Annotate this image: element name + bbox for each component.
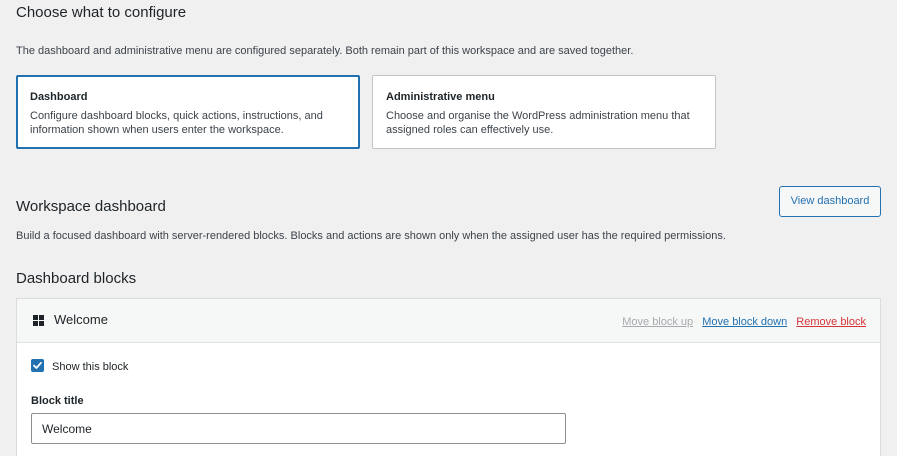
remove-block-link[interactable]: Remove block xyxy=(796,316,866,328)
show-block-label: Show this block xyxy=(52,361,129,373)
option-description: Choose and organise the WordPress admini… xyxy=(386,110,690,136)
configure-heading: Choose what to configure xyxy=(16,4,187,21)
page: Choose what to configure The dashboard a… xyxy=(0,0,897,456)
blocks-heading: Dashboard blocks xyxy=(16,270,137,287)
block-title-label: Block title xyxy=(31,395,84,407)
move-block-up-link[interactable]: Move block up xyxy=(622,316,693,328)
option-title: Dashboard xyxy=(30,91,88,103)
block-name: Welcome xyxy=(54,312,108,327)
block-header: Welcome Move block up Move block down Re… xyxy=(17,299,880,343)
option-description: Configure dashboard blocks, quick action… xyxy=(30,110,323,136)
option-title: Administrative menu xyxy=(386,91,495,103)
option-card-dashboard[interactable]: Dashboard Configure dashboard blocks, qu… xyxy=(16,75,360,149)
view-dashboard-button[interactable]: View dashboard xyxy=(779,186,881,217)
checkmark-icon xyxy=(33,361,42,369)
workspace-description: Build a focused dashboard with server-re… xyxy=(16,230,726,242)
configure-description: The dashboard and administrative menu ar… xyxy=(16,45,634,57)
dashboard-block: Welcome Move block up Move block down Re… xyxy=(16,298,881,456)
option-card-administrative-menu[interactable]: Administrative menu Choose and organise … xyxy=(372,75,716,149)
grid-icon xyxy=(33,315,44,326)
move-block-down-link[interactable]: Move block down xyxy=(702,316,787,328)
show-block-checkbox[interactable] xyxy=(31,359,44,372)
workspace-heading: Workspace dashboard xyxy=(16,198,166,215)
block-title-input[interactable] xyxy=(31,413,566,444)
block-actions: Move block up Move block down Remove blo… xyxy=(616,315,866,329)
